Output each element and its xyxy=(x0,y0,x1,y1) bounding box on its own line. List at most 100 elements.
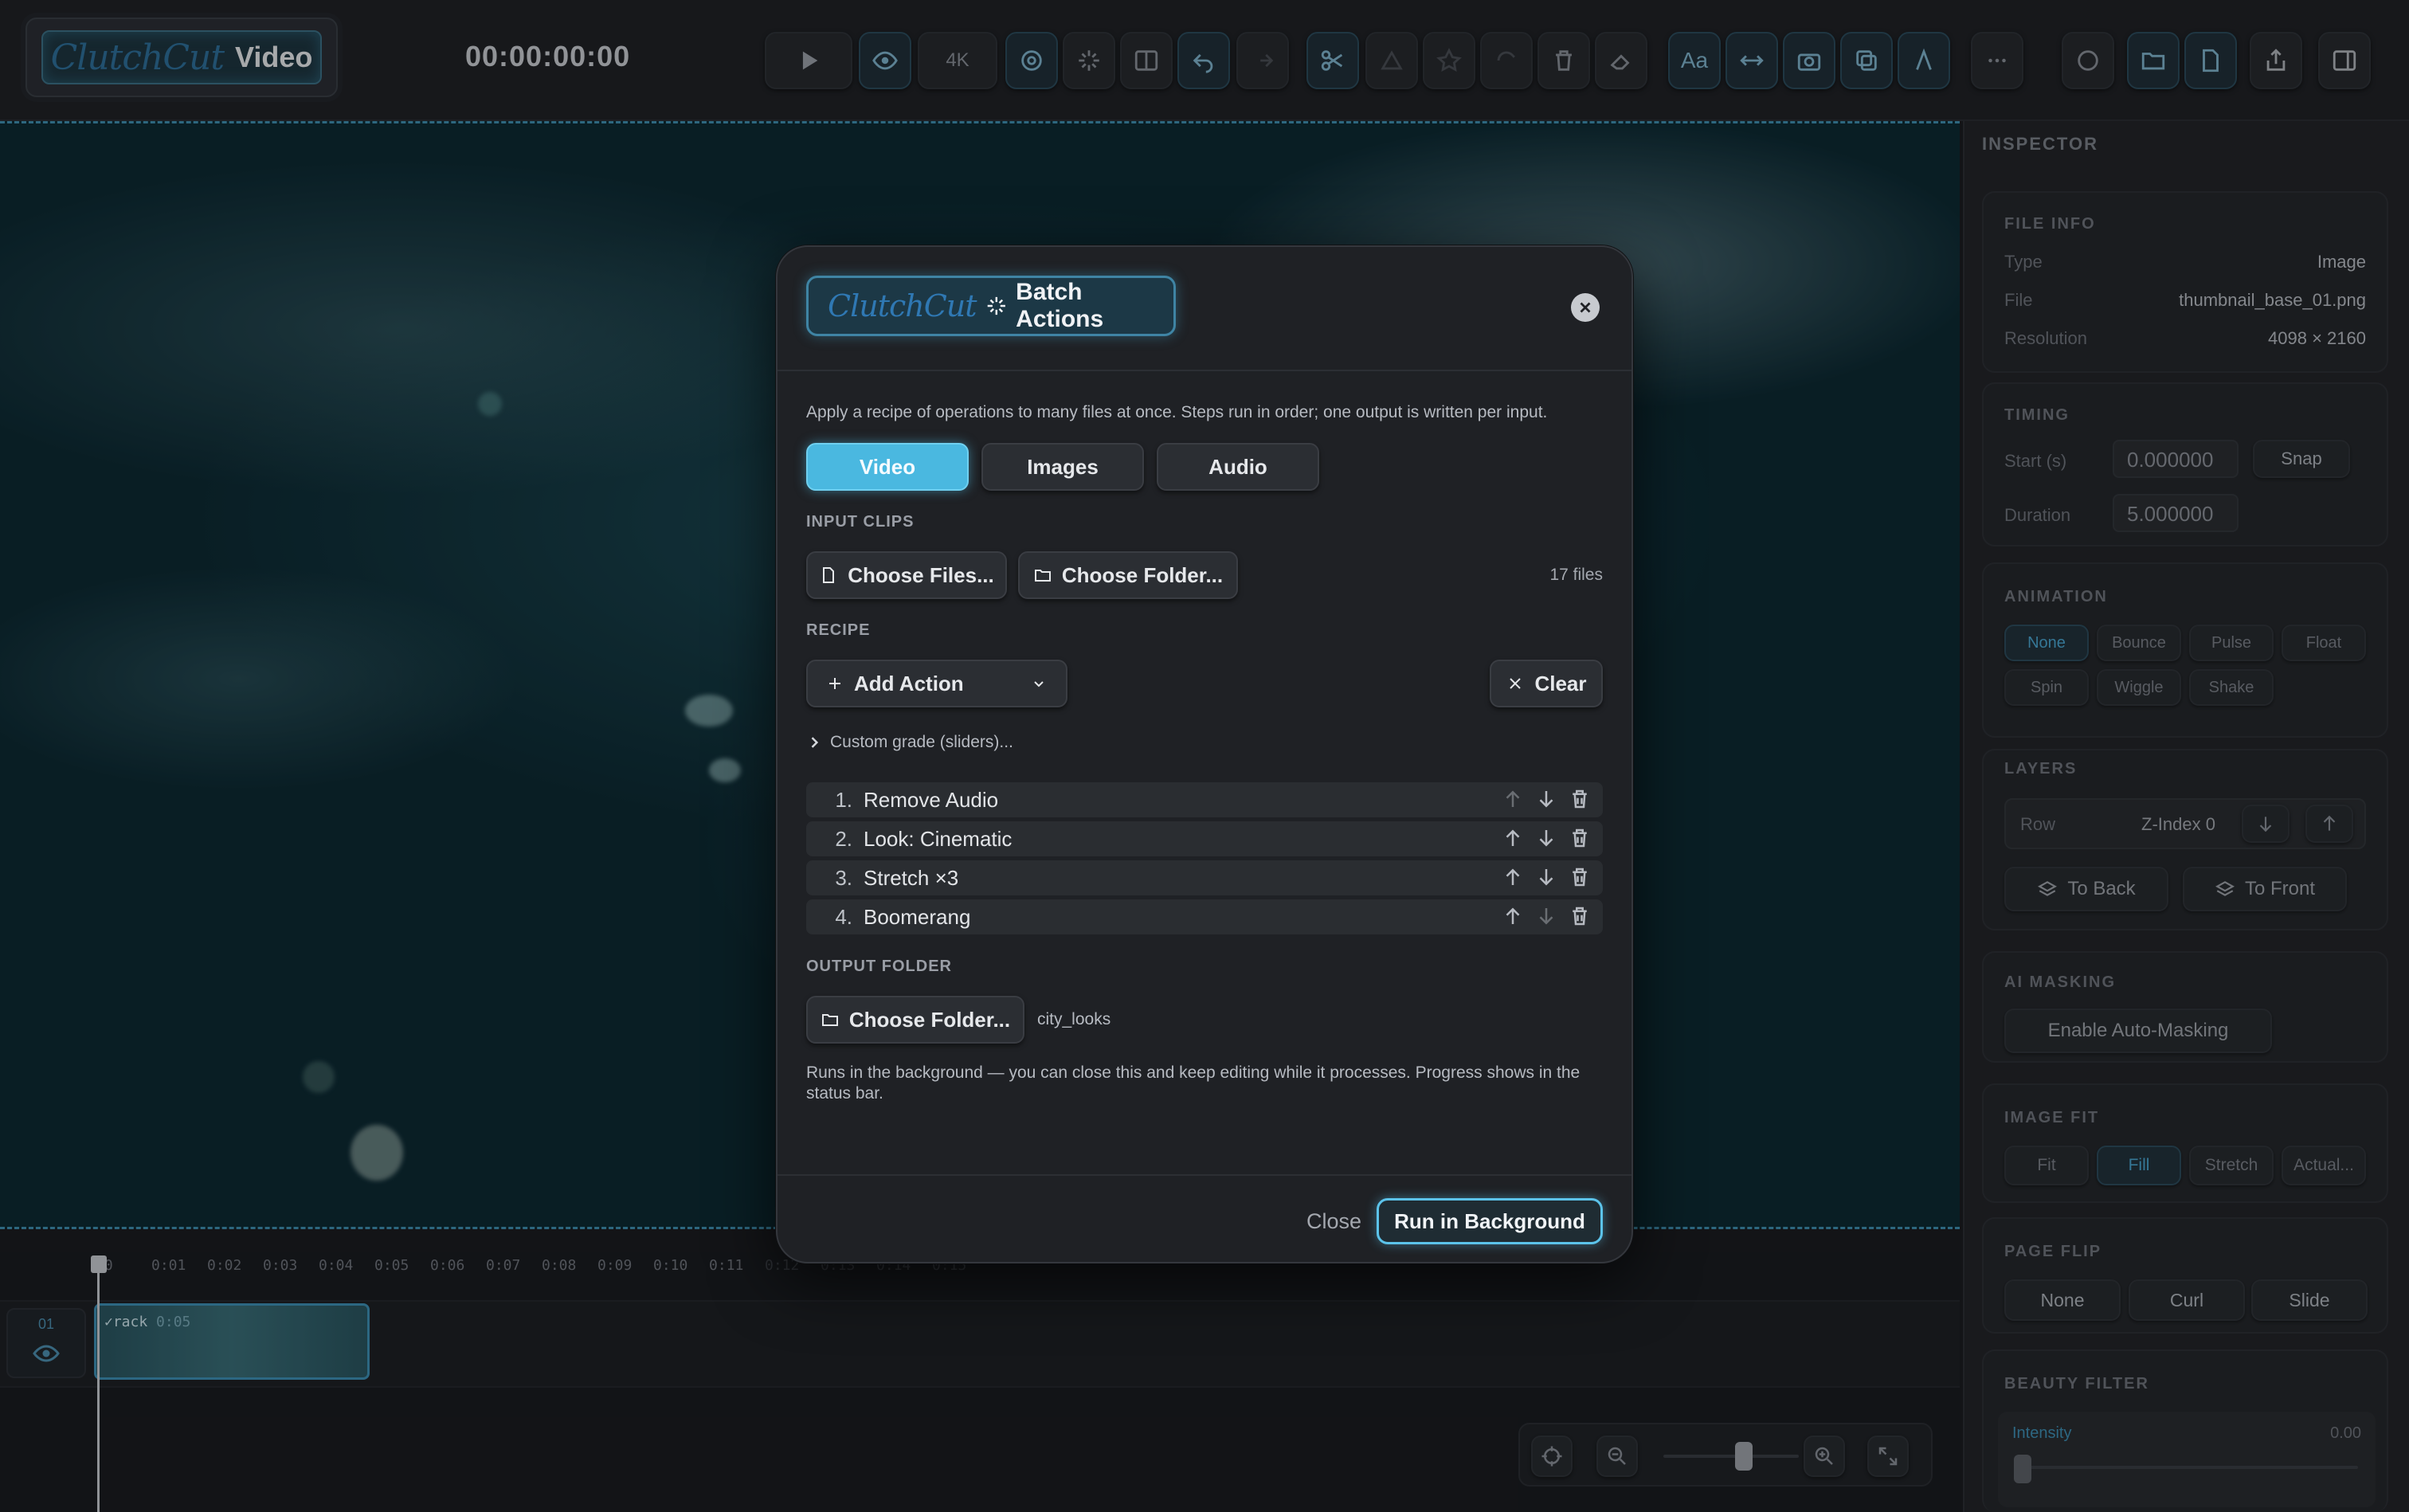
animation-shake-button[interactable]: Shake xyxy=(2189,669,2274,706)
dialog-logo: ClutchCut Batch Actions xyxy=(806,276,1176,336)
resize-button[interactable] xyxy=(1725,32,1778,89)
layer-up-button[interactable] xyxy=(2305,805,2353,843)
animation-wiggle-button[interactable]: Wiggle xyxy=(2097,669,2181,706)
ai-masking-heading: AI MASKING xyxy=(2004,973,2116,991)
custom-grade-disclosure[interactable]: Custom grade (sliders)... xyxy=(806,733,1013,752)
play-button[interactable] xyxy=(765,32,852,89)
trash-button[interactable] xyxy=(1537,32,1590,89)
delete-step-icon[interactable] xyxy=(1568,904,1592,928)
move-up-icon[interactable] xyxy=(1501,826,1525,850)
move-up-icon[interactable] xyxy=(1501,865,1525,889)
water-highlight xyxy=(351,1125,403,1181)
animation-pulse-button[interactable]: Pulse xyxy=(2189,625,2274,661)
move-down-icon[interactable] xyxy=(1534,865,1558,889)
intensity-slider-track[interactable] xyxy=(2015,1466,2358,1469)
flip-button[interactable] xyxy=(1365,32,1418,89)
zoom-slider-track[interactable] xyxy=(1663,1455,1799,1458)
zoom-fit-button[interactable] xyxy=(1531,1436,1573,1477)
layers-heading: LAYERS xyxy=(2004,760,2078,778)
zoom-in-button[interactable] xyxy=(1804,1436,1845,1477)
tab-images[interactable]: Images xyxy=(981,443,1144,491)
intensity-slider-thumb[interactable] xyxy=(2014,1455,2031,1483)
redo-button[interactable] xyxy=(1236,32,1289,89)
help-button[interactable] xyxy=(2062,32,2114,89)
start-field[interactable]: 0.000000 xyxy=(2113,440,2239,478)
playhead-handle[interactable] xyxy=(91,1255,107,1273)
delete-step-icon[interactable] xyxy=(1568,787,1592,811)
run-in-background-button[interactable]: Run in Background xyxy=(1377,1198,1603,1244)
undo-icon xyxy=(1193,53,1213,73)
pen-button[interactable] xyxy=(1898,32,1950,89)
enable-auto-masking-button[interactable]: Enable Auto-Masking xyxy=(2004,1009,2272,1053)
move-up-icon[interactable] xyxy=(1501,787,1525,811)
preview-button[interactable] xyxy=(859,32,911,89)
fill-button[interactable]: Fill xyxy=(2097,1146,2181,1185)
timeline-clip[interactable]: ✓rack 0:05 xyxy=(94,1303,370,1380)
chevron-down-icon xyxy=(1034,681,1044,687)
choose-files-button[interactable]: Choose Files... xyxy=(806,551,1007,599)
delete-step-icon[interactable] xyxy=(1568,826,1592,850)
water-highlight xyxy=(709,758,741,782)
erase-button[interactable] xyxy=(1595,32,1647,89)
delete-step-icon[interactable] xyxy=(1568,865,1592,889)
fit-button[interactable]: Fit xyxy=(2004,1146,2089,1185)
actual-size-button[interactable]: Actual... xyxy=(2282,1146,2366,1185)
step-label: Remove Audio xyxy=(864,787,999,812)
duration-field[interactable]: 5.000000 xyxy=(2113,494,2239,532)
layer-down-button[interactable] xyxy=(2242,805,2290,843)
snap-button[interactable]: Snap xyxy=(2253,440,2350,478)
move-down-icon[interactable] xyxy=(1534,787,1558,811)
cut-button[interactable] xyxy=(1306,32,1359,89)
animation-none-button[interactable]: None xyxy=(2004,625,2089,661)
animation-float-button[interactable]: Float xyxy=(2282,625,2366,661)
snapshot-button[interactable] xyxy=(1783,32,1835,89)
move-up-icon[interactable] xyxy=(1501,904,1525,928)
open-folder-button[interactable] xyxy=(2127,32,2180,89)
type-label: Type xyxy=(2004,252,2043,272)
export-button[interactable] xyxy=(2250,32,2302,89)
move-down-icon[interactable] xyxy=(1534,826,1558,850)
add-action-dropdown[interactable]: Add Action xyxy=(806,660,1067,707)
tab-video[interactable]: Video xyxy=(806,443,969,491)
animation-card: ANIMATION None Bounce Pulse Float Spin W… xyxy=(1982,562,2388,738)
dialog-close-text-button[interactable]: Close xyxy=(1306,1209,1361,1234)
split-view-button[interactable] xyxy=(1120,32,1173,89)
flip-none-button[interactable]: None xyxy=(2004,1279,2121,1321)
choose-output-folder-button[interactable]: Choose Folder... xyxy=(806,996,1024,1044)
recipe-step[interactable]: 1. Remove Audio xyxy=(806,782,1603,817)
target-button[interactable] xyxy=(1005,32,1058,89)
recipe-step[interactable]: 3. Stretch ×3 xyxy=(806,860,1603,895)
stretch-button[interactable]: Stretch xyxy=(2189,1146,2274,1185)
choose-input-folder-button[interactable]: Choose Folder... xyxy=(1018,551,1238,599)
playhead[interactable] xyxy=(97,1257,100,1512)
animation-spin-button[interactable]: Spin xyxy=(2004,669,2089,706)
zoom-out-button[interactable] xyxy=(1596,1436,1638,1477)
zoom-slider-thumb[interactable] xyxy=(1735,1442,1753,1471)
tab-audio[interactable]: Audio xyxy=(1157,443,1319,491)
fullscreen-button[interactable] xyxy=(1867,1436,1909,1477)
more-button[interactable] xyxy=(1971,32,2023,89)
dialog-header-divider xyxy=(778,370,1631,371)
flip-slide-button[interactable]: Slide xyxy=(2251,1279,2368,1321)
rotate-button[interactable] xyxy=(1480,32,1533,89)
effects-button[interactable] xyxy=(1063,32,1115,89)
clear-recipe-button[interactable]: Clear xyxy=(1490,660,1603,707)
text-button[interactable]: Aa xyxy=(1668,32,1721,89)
resolution-button[interactable]: 4K xyxy=(918,32,997,89)
recipe-step[interactable]: 4. Boomerang xyxy=(806,899,1603,934)
flip-curl-button[interactable]: Curl xyxy=(2129,1279,2245,1321)
to-front-button[interactable]: To Front xyxy=(2183,867,2347,911)
toggle-inspector-button[interactable] xyxy=(2318,32,2371,89)
undo-button[interactable] xyxy=(1177,32,1230,89)
recipe-step[interactable]: 2. Look: Cinematic xyxy=(806,821,1603,856)
duplicate-button[interactable] xyxy=(1840,32,1893,89)
file-button[interactable] xyxy=(2184,32,2237,89)
track-visibility-icon[interactable] xyxy=(32,1339,61,1368)
track-header[interactable]: 01 xyxy=(6,1308,86,1378)
step-number: 2. xyxy=(835,826,852,851)
move-down-icon[interactable] xyxy=(1534,904,1558,928)
to-back-button[interactable]: To Back xyxy=(2004,867,2168,911)
animation-bounce-button[interactable]: Bounce xyxy=(2097,625,2181,661)
dialog-close-button[interactable] xyxy=(1571,293,1600,322)
star-button[interactable] xyxy=(1423,32,1475,89)
